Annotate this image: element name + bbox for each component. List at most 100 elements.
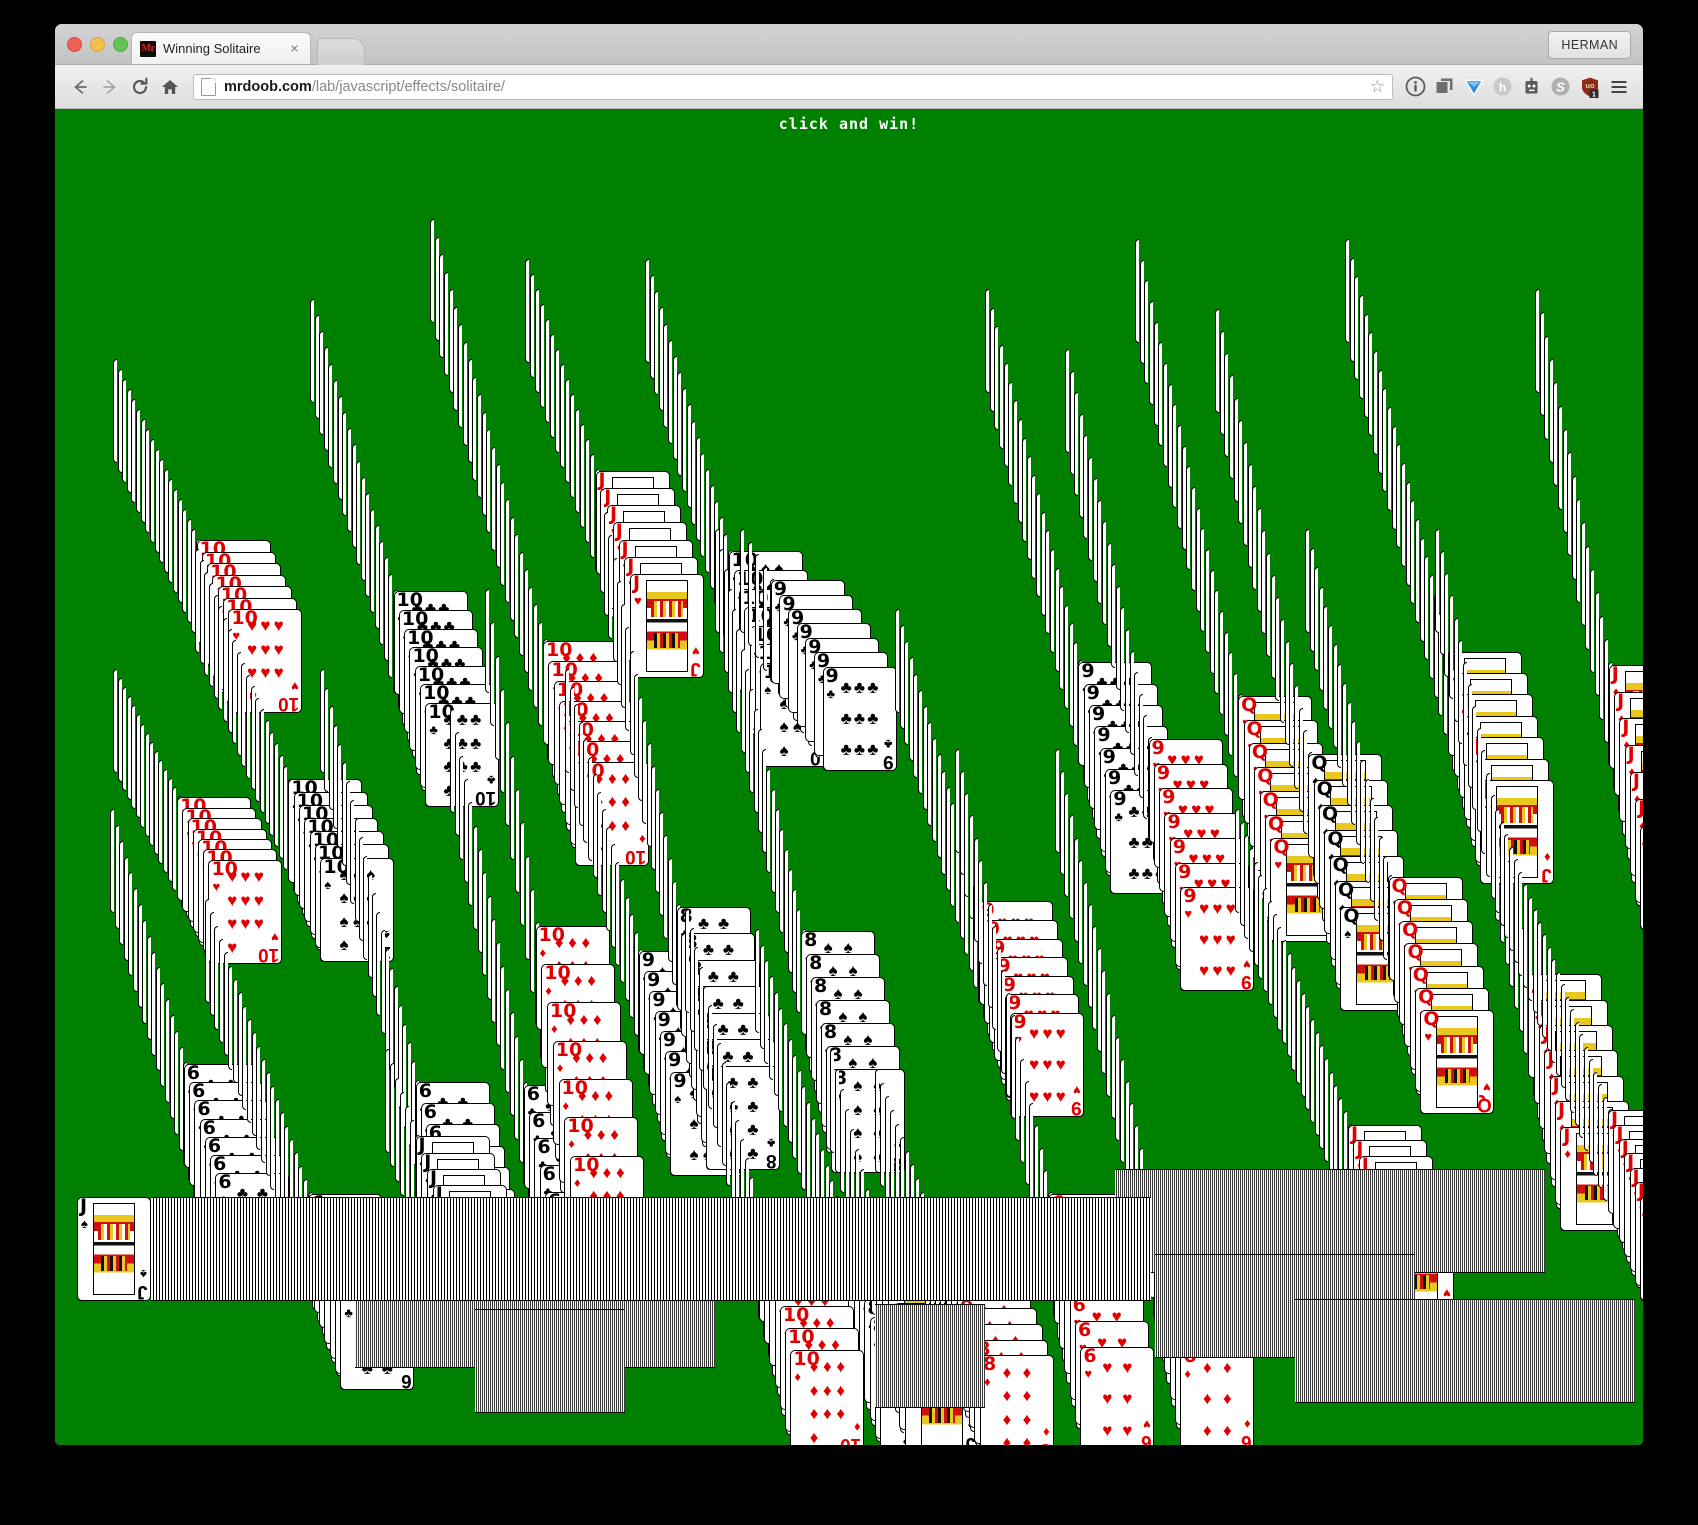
card-edge-sliver <box>495 942 500 1047</box>
info-circle-icon[interactable] <box>1401 72 1430 101</box>
card-edge-sliver <box>209 912 214 1017</box>
card-edge-sliver <box>1309 548 1314 653</box>
card-edge-sliver <box>119 840 124 945</box>
card-edge-sliver <box>247 1019 251 1123</box>
card-edge-sliver <box>140 419 145 523</box>
card-edge-sliver <box>1101 521 1106 626</box>
card-edge-sliver <box>283 766 288 871</box>
card-edge-sliver <box>695 436 700 541</box>
card-edge-sliver <box>747 541 752 646</box>
settled-card-stack <box>1295 1299 1635 1403</box>
card-edge-sliver <box>223 952 228 1057</box>
card-edge-sliver <box>472 825 477 930</box>
reload-button[interactable] <box>125 72 155 102</box>
card-rank: 10 <box>783 1307 809 1325</box>
home-button[interactable] <box>155 72 185 102</box>
card-rank-corner: 10 <box>278 693 299 712</box>
card-edge-sliver <box>333 379 338 484</box>
card-edge-sliver <box>726 1081 731 1186</box>
card-edge-sliver <box>1328 625 1333 730</box>
minimize-window-button[interactable] <box>90 37 105 52</box>
card-suit-icon: ♦ <box>557 1061 564 1074</box>
close-window-button[interactable] <box>67 37 82 52</box>
card-suit-icon: ♥ <box>1424 1030 1432 1043</box>
card-edge-sliver <box>723 569 728 673</box>
card-edge-sliver <box>1050 549 1054 653</box>
card-edge-sliver <box>1588 1059 1593 1163</box>
card-edge-sliver <box>1106 542 1111 647</box>
card-edge-sliver <box>337 743 342 848</box>
back-button[interactable] <box>65 72 95 102</box>
card-edge-sliver <box>1328 1071 1333 1176</box>
card-edge-sliver <box>1253 861 1258 966</box>
card-edge-sliver <box>153 750 158 855</box>
card-edge-sliver <box>922 705 927 810</box>
card-rank: Q <box>1311 755 1327 773</box>
card-edge-sliver <box>1045 530 1050 635</box>
card-pips: ♥♥♥♥♥♥ <box>1097 1352 1137 1445</box>
card-edge-sliver <box>1209 569 1214 674</box>
card-edge-sliver <box>122 687 127 792</box>
card-edge-sliver <box>500 965 505 1070</box>
svg-text:S: S <box>1556 79 1565 94</box>
blue-diamond-icon[interactable] <box>1459 72 1488 101</box>
card-edge-sliver <box>1284 641 1289 746</box>
card-rank: 10 <box>539 927 565 945</box>
skype-icon[interactable]: S <box>1546 72 1575 101</box>
card-edge-sliver <box>405 1106 409 1211</box>
card-edge-sliver <box>1055 749 1059 853</box>
bookmark-star-icon[interactable]: ☆ <box>1370 78 1385 95</box>
ublock-origin-icon[interactable]: uo 1 <box>1575 72 1604 101</box>
page-viewport[interactable]: click and win! ♥♥♥♥♥♥♥♥♥♥10♥10♥♥♥♥♥♥♥♥♥♥… <box>55 109 1643 1445</box>
page-info-icon[interactable] <box>201 77 216 96</box>
card-edge-sliver <box>1314 567 1319 672</box>
hypothesis-h-icon[interactable]: h <box>1488 72 1517 101</box>
card-edge-sliver <box>1012 400 1017 505</box>
card-edge-sliver <box>830 1049 834 1153</box>
close-tab-icon[interactable]: × <box>287 41 302 56</box>
card-edge-sliver <box>208 583 213 688</box>
card-rank: J <box>1553 1077 1560 1095</box>
card-edge-sliver <box>1424 556 1429 661</box>
card-suit-icon: ♠ <box>1344 927 1351 940</box>
card-suit-icon-corner: ♥ <box>1443 1286 1451 1301</box>
forward-button[interactable] <box>95 72 125 102</box>
card-rank: 10 <box>544 965 570 983</box>
card-edge-sliver <box>1429 575 1433 679</box>
card-edge-sliver <box>1495 809 1499 913</box>
card-edge-sliver <box>1303 729 1308 834</box>
card-rank: 6 <box>424 1104 437 1122</box>
card-rank-corner: J <box>690 658 701 677</box>
card-edge-sliver <box>1078 859 1083 964</box>
card-edge-sliver <box>520 822 524 927</box>
card-edge-sliver <box>1181 445 1186 550</box>
card-edge-sliver <box>270 1085 275 1190</box>
card-rank: 10 <box>397 592 423 610</box>
copy-windows-icon[interactable] <box>1430 72 1459 101</box>
card-edge-sliver <box>1579 1034 1584 1138</box>
card-edge-sliver <box>1377 369 1382 474</box>
card-edge-sliver <box>1523 884 1528 988</box>
profile-button[interactable]: HERMAN <box>1548 31 1631 59</box>
card-suit-icon: ♦ <box>540 946 547 959</box>
card-rank: 10 <box>231 610 257 628</box>
card-rank: 9 <box>1013 1014 1026 1032</box>
card-suit-icon: ♦ <box>551 1022 558 1035</box>
card-suit-icon: ♦ <box>574 1176 581 1189</box>
zoom-window-button[interactable] <box>113 37 128 52</box>
card-edge-sliver <box>159 459 164 563</box>
card-edge-sliver <box>681 388 686 493</box>
tab-winning-solitaire[interactable]: Mr Winning Solitaire × <box>131 32 311 64</box>
address-bar[interactable]: mrdoob.com/lab/javascript/effects/solita… <box>193 73 1393 100</box>
card-edge-sliver <box>218 606 223 711</box>
card-edge-sliver <box>624 896 629 1001</box>
robot-icon[interactable] <box>1517 72 1546 101</box>
card-rank: 9 <box>1167 814 1180 832</box>
window-controls[interactable] <box>67 37 128 52</box>
solitaire-card-field[interactable]: ♥♥♥♥♥♥♥♥♥♥10♥10♥♥♥♥♥♥♥♥♥♥♥10♥10♥♥♥♥♥♥♥♥♥… <box>55 109 1643 1445</box>
new-tab-button[interactable] <box>317 38 365 65</box>
card-edge-sliver <box>360 476 365 581</box>
card-edge-sliver <box>931 738 936 843</box>
card-edge-sliver <box>1373 351 1377 455</box>
chrome-menu-button[interactable] <box>1604 72 1633 101</box>
